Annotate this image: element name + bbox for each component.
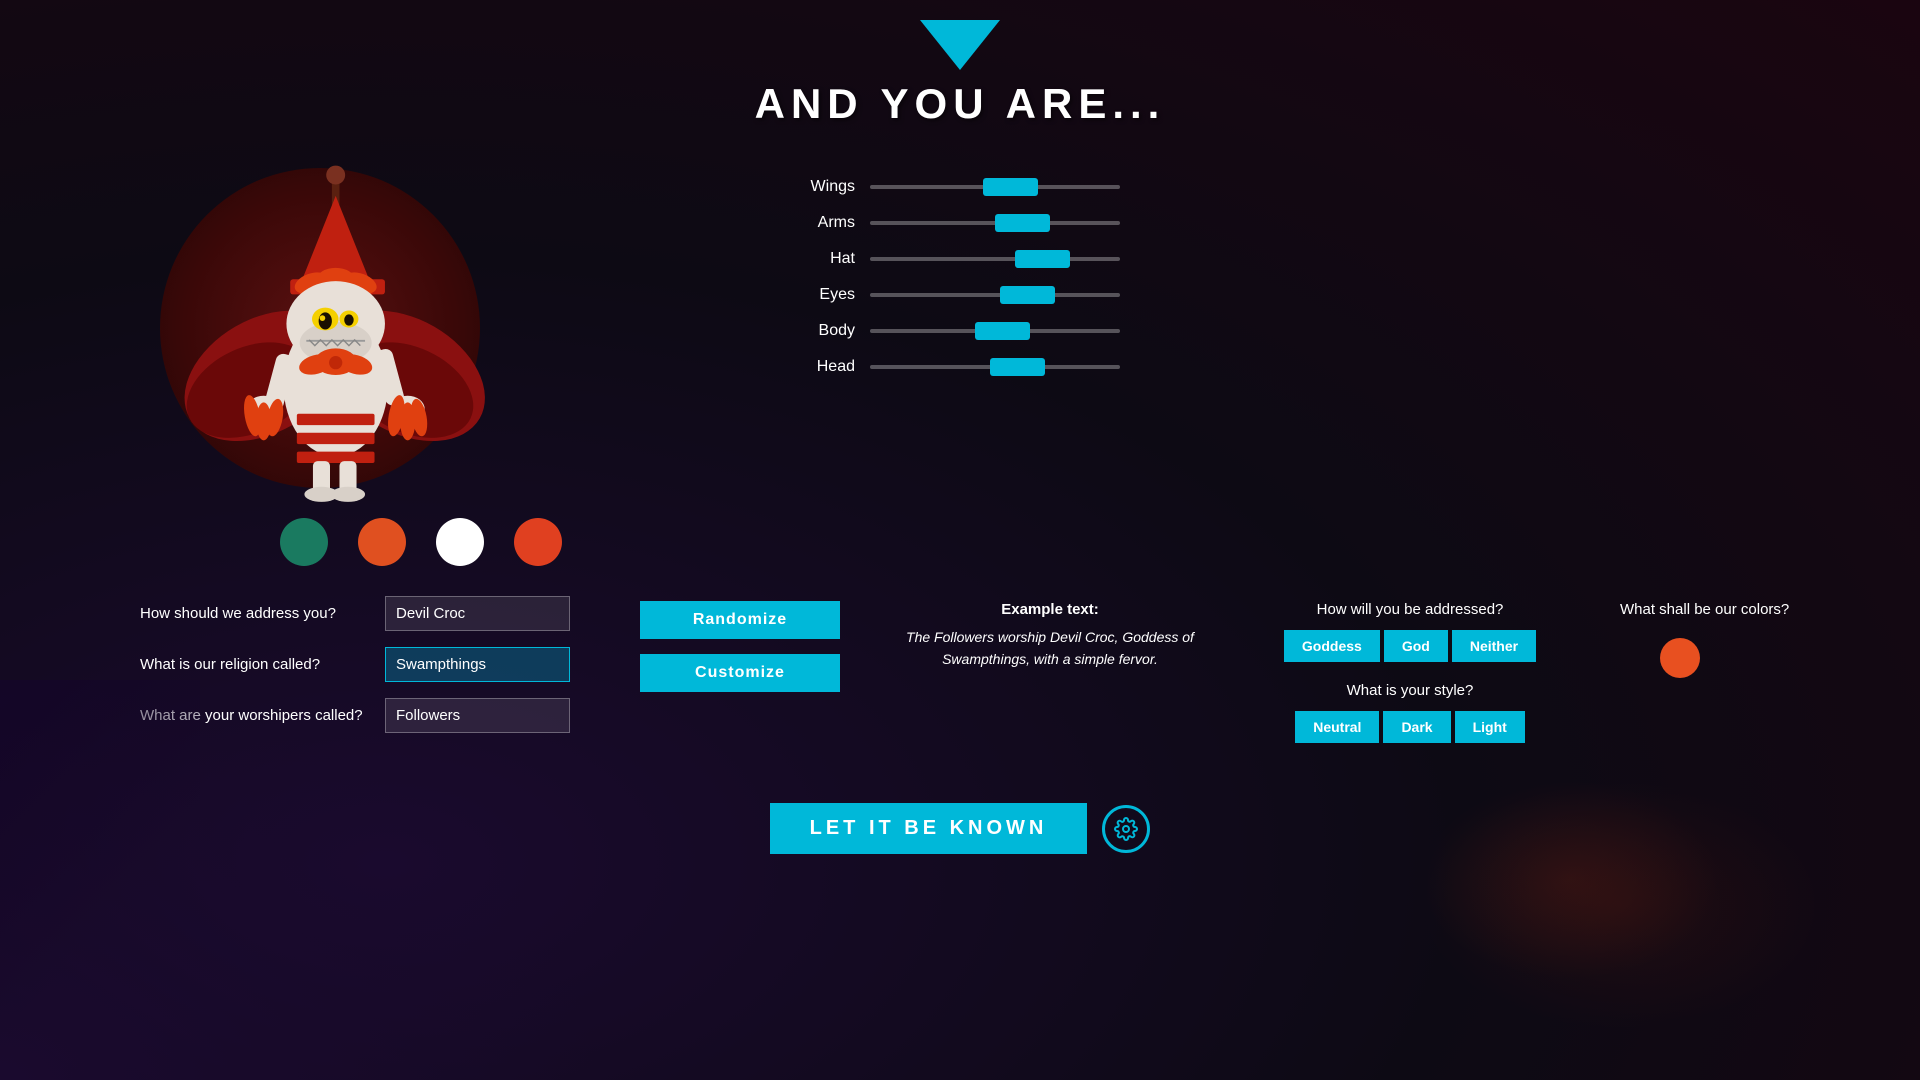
option-god[interactable]: God xyxy=(1384,630,1448,662)
addressing-options: Goddess God Neither xyxy=(1260,630,1560,662)
form-label-religion: What is our religion called? xyxy=(140,656,370,673)
character-container xyxy=(140,158,520,498)
triangle-icon xyxy=(920,20,1000,70)
color-swatches-row xyxy=(280,518,780,566)
swatch-teal[interactable] xyxy=(280,518,328,566)
slider-thumb-head[interactable] xyxy=(990,358,1045,376)
style-question: What is your style? xyxy=(1260,682,1560,699)
slider-label-head: Head xyxy=(800,358,855,376)
slider-thumb-wings[interactable] xyxy=(983,178,1038,196)
character-image xyxy=(140,158,520,518)
addressing-section: How will you be addressed? Goddess God N… xyxy=(1260,596,1560,763)
slider-label-eyes: Eyes xyxy=(800,286,855,304)
slider-track-head[interactable] xyxy=(870,365,1120,369)
form-section: How should we address you? What is our r… xyxy=(140,596,580,749)
let-it-be-known-button[interactable]: LET IT BE KNOWN xyxy=(770,803,1088,854)
bottom-section: How should we address you? What is our r… xyxy=(0,586,1920,773)
gear-icon xyxy=(1114,817,1138,841)
main-area: Wings Arms Hat Eyes xyxy=(0,128,1920,586)
slider-row-body: Body xyxy=(800,322,1180,340)
swatch-orange[interactable] xyxy=(358,518,406,566)
randomize-button[interactable]: Randomize xyxy=(640,601,840,639)
slider-track-wings[interactable] xyxy=(870,185,1120,189)
name-input[interactable] xyxy=(385,596,570,631)
slider-track-body[interactable] xyxy=(870,329,1120,333)
sliders-section: Wings Arms Hat Eyes xyxy=(800,178,1180,394)
colors-section: What shall be our colors? xyxy=(1620,596,1820,678)
form-row-worshipers: What are your worshipers called? xyxy=(140,698,580,733)
option-goddess[interactable]: Goddess xyxy=(1284,630,1380,662)
example-text: The Followers worship Devil Croc, Goddes… xyxy=(900,626,1200,671)
worshipers-input[interactable] xyxy=(385,698,570,733)
swatch-red[interactable] xyxy=(514,518,562,566)
page-header: AND YOU ARE... xyxy=(0,0,1920,128)
option-neither[interactable]: Neither xyxy=(1452,630,1536,662)
slider-row-eyes: Eyes xyxy=(800,286,1180,304)
colors-question: What shall be our colors? xyxy=(1620,601,1820,618)
style-options: Neutral Dark Light xyxy=(1260,711,1560,743)
slider-track-arms[interactable] xyxy=(870,221,1120,225)
bottom-button-area: LET IT BE KNOWN xyxy=(0,803,1920,854)
option-light[interactable]: Light xyxy=(1455,711,1525,743)
form-label-worshipers: What are your worshipers called? xyxy=(140,707,370,724)
slider-row-wings: Wings xyxy=(800,178,1180,196)
option-neutral[interactable]: Neutral xyxy=(1295,711,1379,743)
gear-button[interactable] xyxy=(1102,805,1150,853)
form-row-name: How should we address you? xyxy=(140,596,580,631)
slider-thumb-hat[interactable] xyxy=(1015,250,1070,268)
religion-input[interactable] xyxy=(385,647,570,682)
swatch-white[interactable] xyxy=(436,518,484,566)
addressing-question: How will you be addressed? xyxy=(1260,601,1560,618)
slider-row-head: Head xyxy=(800,358,1180,376)
buttons-section: Randomize Customize xyxy=(640,596,840,692)
slider-label-hat: Hat xyxy=(800,250,855,268)
slider-thumb-body[interactable] xyxy=(975,322,1030,340)
slider-row-arms: Arms xyxy=(800,214,1180,232)
slider-row-hat: Hat xyxy=(800,250,1180,268)
slider-label-arms: Arms xyxy=(800,214,855,232)
option-dark[interactable]: Dark xyxy=(1383,711,1450,743)
slider-track-eyes[interactable] xyxy=(870,293,1120,297)
example-label: Example text: xyxy=(900,601,1200,618)
slider-label-body: Body xyxy=(800,322,855,340)
form-label-name: How should we address you? xyxy=(140,605,370,622)
example-section: Example text: The Followers worship Devi… xyxy=(900,596,1200,671)
slider-label-wings: Wings xyxy=(800,178,855,196)
character-section xyxy=(80,148,780,566)
slider-thumb-arms[interactable] xyxy=(995,214,1050,232)
slider-track-hat[interactable] xyxy=(870,257,1120,261)
form-row-religion: What is our religion called? xyxy=(140,647,580,682)
page-title: AND YOU ARE... xyxy=(0,80,1920,128)
slider-thumb-eyes[interactable] xyxy=(1000,286,1055,304)
color-picker-current[interactable] xyxy=(1660,638,1700,678)
customize-button[interactable]: Customize xyxy=(640,654,840,692)
